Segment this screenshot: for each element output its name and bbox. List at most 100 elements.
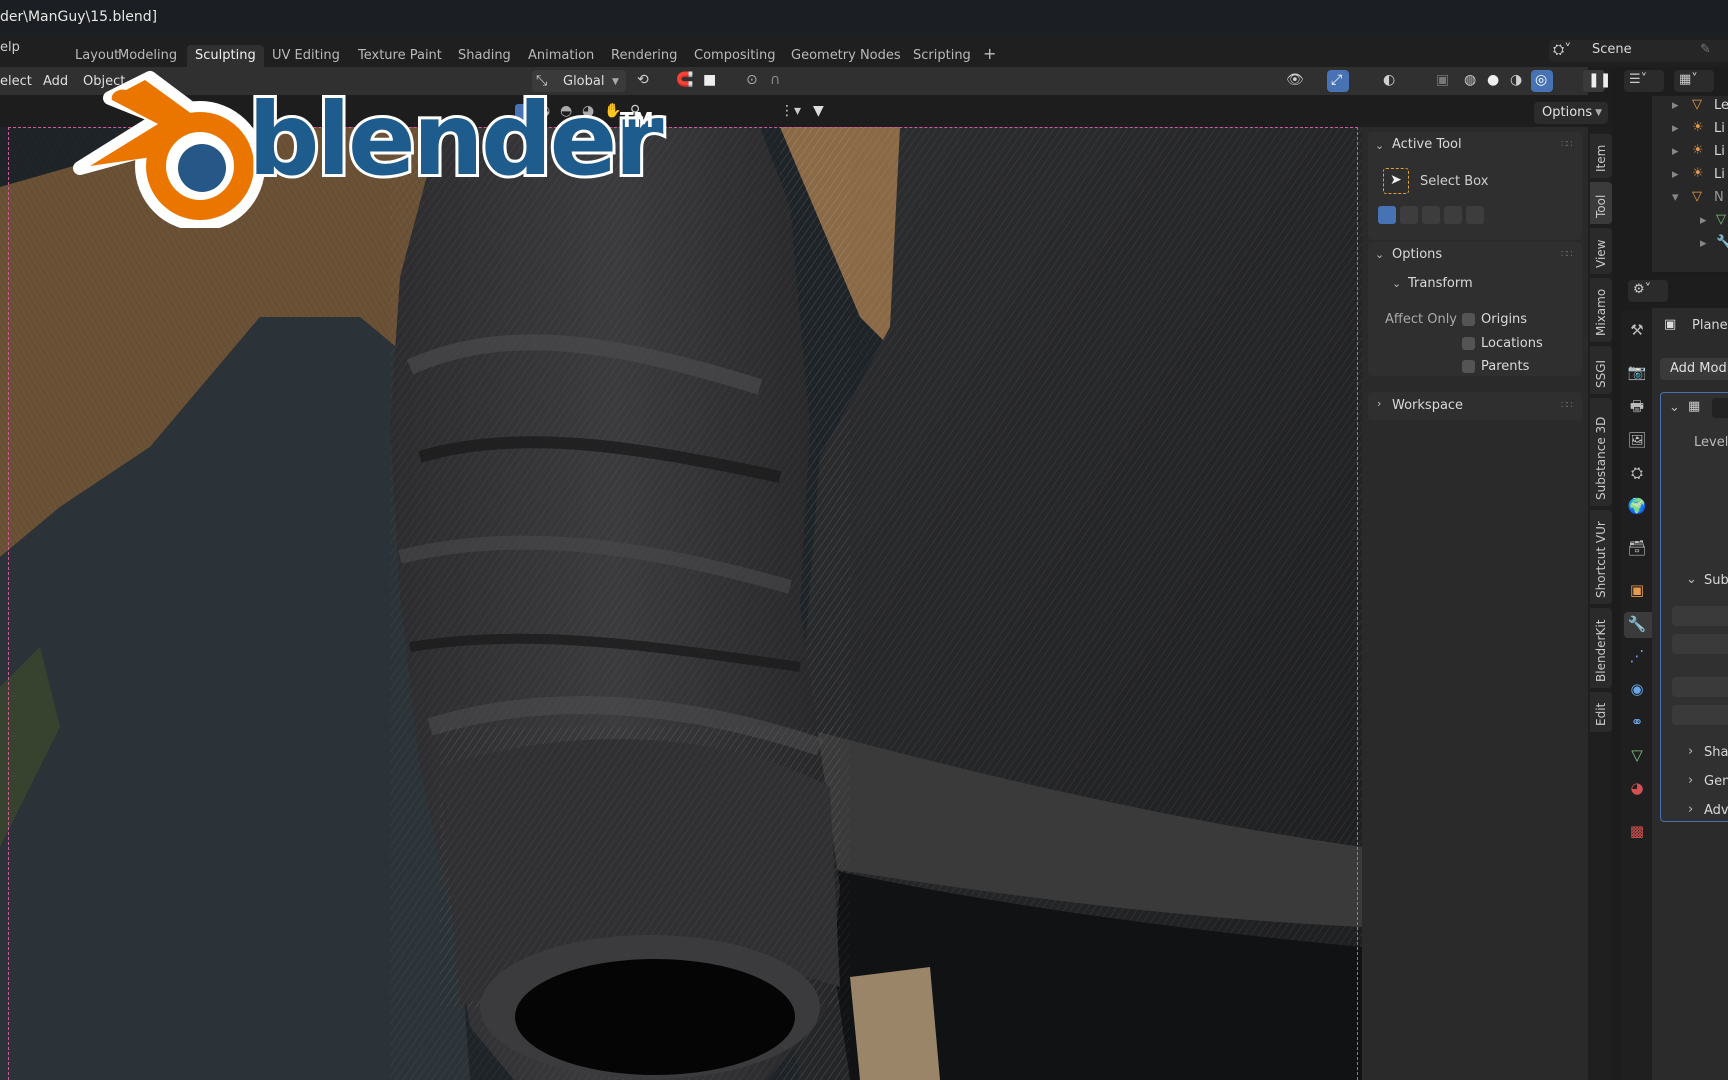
tool-properties-icon[interactable]: ⚒ [1627,320,1647,340]
pause-icon[interactable]: ❚❚ [1588,72,1611,88]
tab-geometry-nodes[interactable]: Geometry Nodes [783,45,909,67]
world-properties-icon[interactable]: 🌍 [1627,496,1647,516]
xray-icon[interactable]: ▣ [1436,72,1449,88]
gizmo-icon[interactable]: ⤢ [1331,72,1342,88]
transform-subpanel-title[interactable]: Transform [1408,276,1473,291]
outliner-item[interactable]: Li [1714,144,1725,159]
visibility-icon[interactable]: 👁 [1286,72,1304,88]
chevron-down-icon[interactable]: ⌄ [1669,400,1680,415]
modifier-name-field[interactable] [1712,398,1728,418]
proportional-icon[interactable]: ⊙ [746,72,758,88]
tab-scripting[interactable]: Scripting [905,45,979,67]
select-mode-invert-button[interactable] [1444,206,1462,224]
outliner-filter[interactable]: ▦˅ [1674,70,1714,92]
subdivision-subpanel-title[interactable]: Subc [1704,573,1728,588]
subdivide-button[interactable] [1672,606,1728,626]
material-properties-icon[interactable]: ◕ [1627,778,1647,798]
grip-icon[interactable]: ∷∷ [1561,249,1573,260]
particles-icon[interactable]: ⋰ [1627,646,1647,666]
active-tool-title[interactable]: Active Tool [1392,137,1462,152]
collection-properties-icon[interactable]: 🗃 [1627,538,1647,558]
chevron-right-icon[interactable]: › [1688,802,1693,817]
wireframe-shading-icon[interactable]: ◍ [1464,72,1476,88]
add-workspace-icon[interactable]: + [983,44,996,63]
chevron-down-icon[interactable]: ⌄ [1375,248,1384,261]
locations-label[interactable]: Locations [1481,336,1543,351]
data-properties-icon[interactable]: ▽ [1627,745,1647,765]
outliner-expand-icon[interactable]: ▸ [1672,167,1679,182]
solid-shading-icon[interactable]: ● [1487,72,1499,88]
overlay-icon[interactable]: ◐ [1383,72,1395,88]
select-mode-intersect-button[interactable] [1466,206,1484,224]
menu-select[interactable]: elect [0,74,32,89]
view-filter-icon[interactable]: ⋮▾ [780,103,801,119]
outliner-collapse-icon[interactable]: ▾ [1672,190,1679,205]
vtab-item[interactable]: Item [1590,134,1612,178]
scene-icon[interactable]: ⛭˅ [1553,42,1571,58]
constraints-icon[interactable]: ⚭ [1627,712,1647,732]
delete-higher-button[interactable] [1672,705,1728,725]
rendered-shading-icon[interactable]: ◎ [1535,72,1547,88]
pin-icon[interactable]: ✎ [1700,42,1711,57]
vtab-mixamo[interactable]: Mixamo [1590,278,1612,342]
parents-label[interactable]: Parents [1481,359,1529,374]
scene-properties-icon[interactable]: ⛭ [1627,463,1647,483]
generate-subpanel-title[interactable]: Gen [1704,774,1728,789]
properties-editor-type[interactable]: ⚙˅ [1628,280,1668,302]
vtab-edit[interactable]: Edit [1590,692,1612,732]
vtab-view[interactable]: View [1590,228,1612,274]
outliner-display-mode[interactable]: ☰˅ [1624,70,1664,92]
select-mode-new-button[interactable] [1378,206,1396,224]
vtab-shortcut-vur[interactable]: Shortcut VUr [1590,510,1612,604]
filter-icon[interactable]: ▼ [813,103,824,119]
outliner-expand-icon[interactable]: ▸ [1700,236,1707,251]
view-layer-icon[interactable]: 🖼 [1627,430,1647,450]
outliner-expand-icon[interactable]: ▸ [1672,98,1679,113]
snap-icon[interactable]: 🧲 [676,72,693,88]
chevron-down-icon[interactable]: ⌄ [1686,572,1697,587]
output-properties-icon[interactable]: 🖶 [1627,396,1647,416]
outliner-expand-icon[interactable]: ▸ [1672,144,1679,159]
shape-subpanel-title[interactable]: Shap [1704,745,1728,760]
advanced-subpanel-title[interactable]: Adva [1704,803,1728,818]
vtab-blenderkit[interactable]: BlenderKit [1590,608,1612,688]
render-properties-icon[interactable]: 📷 [1627,362,1647,382]
physics-icon[interactable]: ◉ [1627,679,1647,699]
object-properties-icon[interactable]: ▣ [1627,580,1647,600]
chevron-right-icon[interactable]: › [1688,773,1693,788]
simple-button[interactable] [1672,634,1728,654]
outliner-expand-icon[interactable]: ▸ [1700,213,1707,228]
workspace-title[interactable]: Workspace [1392,398,1463,413]
outliner-item[interactable]: Li [1714,167,1725,182]
outliner-item[interactable]: Le [1714,98,1728,113]
select-box-tool-icon[interactable]: ➤ [1383,168,1409,194]
origins-checkbox[interactable] [1462,313,1475,326]
object-name[interactable]: Plane. [1692,318,1728,333]
scene-name[interactable]: Scene [1592,42,1632,57]
vtab-substance-3d[interactable]: Substance 3D [1590,398,1612,506]
snap-target-icon[interactable]: ■ [703,72,716,88]
outliner-item[interactable]: N [1714,190,1724,205]
menu-help[interactable]: elp [0,40,20,55]
chevron-down-icon[interactable]: ⌄ [1392,277,1401,290]
chevron-down-icon[interactable]: ⌄ [1375,139,1384,152]
material-shading-icon[interactable]: ◑ [1510,72,1522,88]
origins-label[interactable]: Origins [1481,312,1527,327]
options-title[interactable]: Options [1392,247,1442,262]
grip-icon[interactable]: ∷∷ [1561,139,1573,150]
select-mode-extend-button[interactable] [1400,206,1418,224]
parents-checkbox[interactable] [1462,360,1475,373]
chevron-right-icon[interactable]: › [1377,397,1381,410]
vtab-tool[interactable]: Tool [1590,182,1612,224]
options-dropdown[interactable]: Options ▼ [1534,102,1608,124]
unsubdivide-button[interactable] [1672,677,1728,697]
select-mode-subtract-button[interactable] [1422,206,1440,224]
vtab-ssgi[interactable]: SSGI [1590,346,1612,394]
chevron-right-icon[interactable]: › [1688,744,1693,759]
tab-compositing[interactable]: Compositing [686,45,784,67]
add-modifier-button[interactable]: Add Modi [1660,358,1728,380]
grip-icon[interactable]: ∷∷ [1561,400,1573,411]
locations-checkbox[interactable] [1462,337,1475,350]
falloff-icon[interactable]: ∩ [770,72,780,88]
outliner-expand-icon[interactable]: ▸ [1672,121,1679,136]
